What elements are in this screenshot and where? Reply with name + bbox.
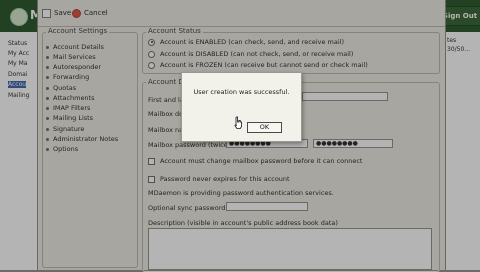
mouse-cursor-icon xyxy=(234,116,242,129)
dialog-message: User creation was successful. xyxy=(193,88,290,96)
ok-button[interactable]: OK xyxy=(247,122,282,133)
success-dialog: User creation was successful. OK xyxy=(181,72,302,142)
